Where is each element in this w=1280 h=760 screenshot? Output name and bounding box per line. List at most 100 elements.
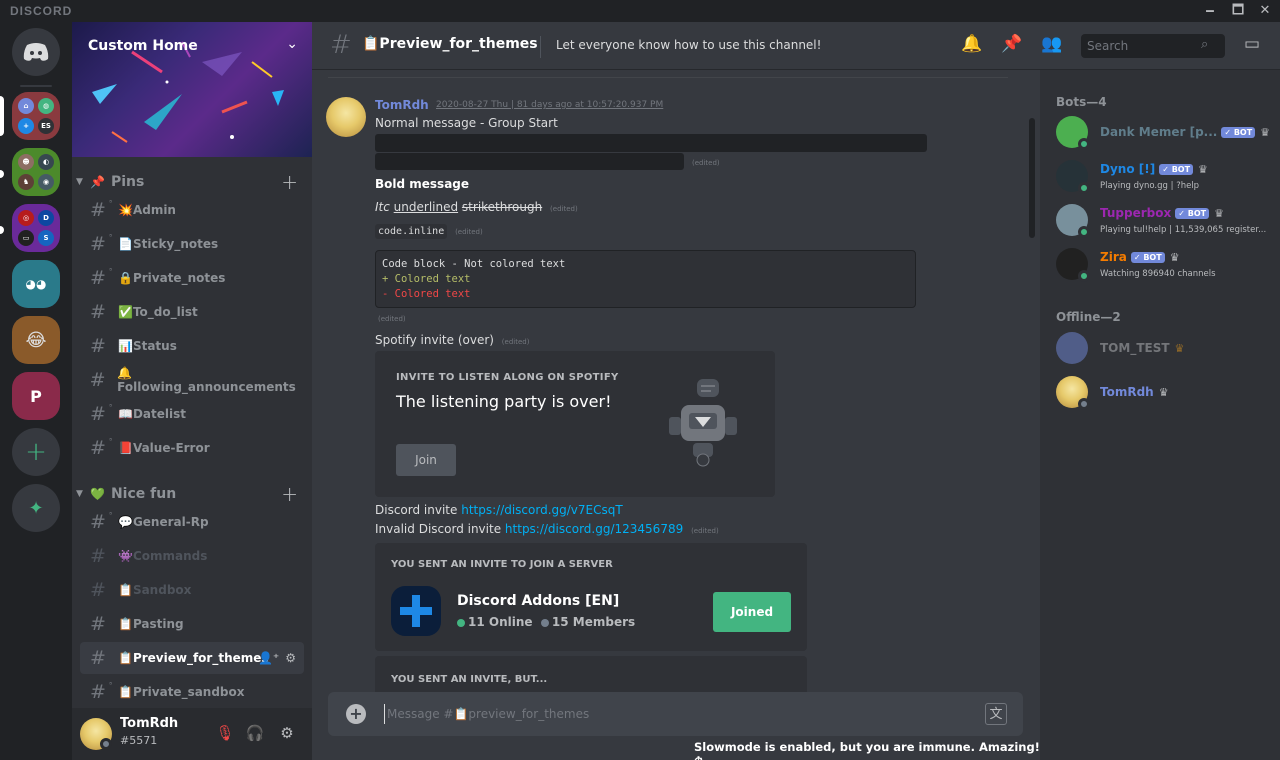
- folder-server-icon: ◍: [38, 98, 54, 114]
- headphones-icon[interactable]: 🎧: [244, 724, 266, 746]
- member-list-icon[interactable]: 👥: [1040, 34, 1064, 58]
- server-icon-6[interactable]: P: [12, 372, 60, 420]
- joined-button[interactable]: Joined: [713, 592, 791, 632]
- channel-label: 👾Commands: [118, 549, 208, 563]
- add-server-button[interactable]: +: [12, 428, 60, 476]
- text-channel-icon: # ⁸: [90, 233, 112, 255]
- edited-label: (edited): [455, 228, 483, 236]
- guild-banner[interactable]: Custom Home ⌄: [72, 22, 312, 157]
- translate-icon[interactable]: 文: [985, 703, 1007, 725]
- pinned-messages-icon[interactable]: 📌: [1000, 34, 1024, 58]
- message-input[interactable]: [384, 704, 964, 724]
- unread-pill: [0, 170, 4, 178]
- online-status: [1078, 226, 1090, 238]
- member-name: Tupperbox ✓ BOT ♛: [1100, 206, 1224, 220]
- channel-label: 📖Datelist: [118, 407, 186, 421]
- channel-to-do-list[interactable]: # ✅To_do_list: [80, 296, 304, 328]
- channel-commands[interactable]: # 👾Commands: [80, 540, 304, 572]
- spoiler-block[interactable]: [375, 134, 927, 152]
- channel-sticky-notes[interactable]: # ⁸ 📄Sticky_notes: [80, 228, 304, 260]
- text-channel-icon: # ⁸: [90, 403, 112, 425]
- server-plus-icon[interactable]: [391, 586, 441, 636]
- online-status: [1078, 182, 1090, 194]
- channel-value-error[interactable]: # ⁸ 📕Value-Error: [80, 432, 304, 464]
- invite-server-name: Discord Addons [EN]: [457, 593, 620, 609]
- member-name: Dank Memer [p... ✓ BOT ♛: [1100, 125, 1270, 139]
- server-folder-2[interactable]: ☻ ◐ ♞ ◉: [12, 148, 60, 196]
- home-button[interactable]: [12, 28, 60, 76]
- attach-plus-icon[interactable]: +: [346, 704, 366, 724]
- channel-status[interactable]: # 📊Status: [80, 330, 304, 362]
- chat-scrollbar[interactable]: [1029, 118, 1035, 238]
- user-settings-icon[interactable]: ⚙: [276, 724, 298, 746]
- channel-private-sandbox[interactable]: # ⁸ 📋Private_sandbox: [80, 676, 304, 708]
- create-invite-icon[interactable]: 👤⁺: [258, 651, 279, 665]
- message-avatar[interactable]: [326, 97, 366, 137]
- italic-text: Itc: [375, 200, 390, 214]
- channel-topic[interactable]: Let everyone know how to use this channe…: [556, 38, 821, 52]
- inbox-icon[interactable]: ▭: [1240, 34, 1264, 58]
- close-icon[interactable]: ✕: [1257, 3, 1273, 19]
- channel-private-notes[interactable]: # ⁸ 🔒Private_notes: [80, 262, 304, 294]
- user-tag: #5571: [120, 734, 158, 747]
- text-channel-icon: # ⁸: [90, 199, 112, 221]
- server-icon-5[interactable]: 😂: [12, 316, 60, 364]
- channel-following-announcements[interactable]: # 🔔Following_announcements: [80, 364, 304, 396]
- folder-server-icon: ◎: [18, 210, 34, 226]
- category-pins[interactable]: ▼ 📌 Pins +: [76, 170, 308, 194]
- member-name: Zira ✓ BOT ♛: [1100, 250, 1180, 264]
- member-tom-test[interactable]: TOM_TEST ♛: [1056, 326, 1276, 370]
- spotify-join-button[interactable]: Join: [396, 444, 456, 476]
- member-tomrdh[interactable]: TomRdh ♛: [1056, 370, 1276, 414]
- channel-datelist[interactable]: # ⁸ 📖Datelist: [80, 398, 304, 430]
- status-dot: [100, 738, 112, 750]
- inline-code: code.inline: [375, 224, 448, 239]
- server-invite-embed-2: YOU SENT AN INVITE, BUT...: [375, 656, 807, 696]
- channel-title: 📋Preview_for_themes: [362, 36, 538, 52]
- channel-header: # 📋Preview_for_themes Let everyone know …: [312, 22, 1280, 70]
- add-channel-icon[interactable]: +: [281, 170, 298, 194]
- notification-bell-icon[interactable]: 🔔: [960, 34, 984, 58]
- server-invite-embed: YOU SENT AN INVITE TO JOIN A SERVER Disc…: [375, 543, 807, 651]
- member-dank-memer[interactable]: Dank Memer [p... ✓ BOT ♛: [1056, 110, 1276, 154]
- underline-text: underlined: [393, 200, 459, 214]
- channel-preview-for-themes[interactable]: # 📋Preview_for_themes 👤⁺ ⚙: [80, 642, 304, 674]
- invite-link[interactable]: https://discord.gg/v7ECsqT: [461, 503, 622, 517]
- code-line: - Colored text: [382, 288, 471, 300]
- active-pill: [0, 96, 4, 136]
- text-channel-icon: #: [90, 545, 106, 567]
- channel-pasting[interactable]: # 📋Pasting: [80, 608, 304, 640]
- maximize-icon[interactable]: 🗖: [1230, 3, 1246, 19]
- channel-admin[interactable]: # ⁸ 💥Admin: [80, 194, 304, 226]
- collapse-arrow-icon: ▼: [76, 489, 83, 499]
- member-name-text: TOM_TEST: [1100, 341, 1170, 355]
- category-label: Nice fun: [110, 486, 177, 502]
- channel-general-rp[interactable]: # ⁸ 💬General-Rp: [80, 506, 304, 538]
- invite-title-2: YOU SENT AN INVITE, BUT...: [391, 674, 548, 685]
- text-channel-icon: # ⁸: [90, 511, 112, 533]
- crown-icon: ♛: [1198, 163, 1208, 176]
- bot-badge: ✓ BOT: [1175, 208, 1210, 219]
- folder-server-icon: ES: [38, 118, 54, 134]
- minimize-icon[interactable]: 🗕: [1202, 3, 1218, 19]
- channel-sandbox[interactable]: # 📋Sandbox: [80, 574, 304, 606]
- category-nice-fun[interactable]: ▼ 💚 Nice fun +: [76, 482, 308, 506]
- member-zira[interactable]: Zira ✓ BOT ♛ Watching 896940 channels: [1056, 242, 1276, 286]
- text-channel-icon: #: [90, 579, 106, 601]
- member-tupperbox[interactable]: Tupperbox ✓ BOT ♛ Playing tul!help | 11,53…: [1056, 198, 1276, 242]
- member-dyno[interactable]: Dyno [!] ✓ BOT ♛ Playing dyno.gg | ?help: [1056, 154, 1276, 198]
- spoiler-block[interactable]: [375, 153, 684, 170]
- channel-label: 📋Preview_for_themes: [118, 651, 269, 665]
- server-folder-3[interactable]: ◎ D ▭ S: [12, 204, 60, 252]
- invalid-invite-link[interactable]: https://discord.gg/123456789: [505, 522, 683, 536]
- edited-label: (edited): [691, 527, 719, 535]
- channel-settings-icon[interactable]: ⚙: [285, 651, 296, 665]
- message-author[interactable]: TomRdh: [375, 98, 429, 112]
- mute-mic-icon[interactable]: 🎙: [214, 724, 236, 746]
- add-channel-icon[interactable]: +: [281, 482, 298, 506]
- explore-servers-icon[interactable]: ✦: [12, 484, 60, 532]
- server-icon-4[interactable]: ◕◕: [12, 260, 60, 308]
- server-folder-1[interactable]: ⌂ ◍ + ES: [12, 92, 60, 140]
- member-name-text: Dyno [!]: [1100, 162, 1156, 176]
- chevron-down-icon[interactable]: ⌄: [286, 36, 298, 52]
